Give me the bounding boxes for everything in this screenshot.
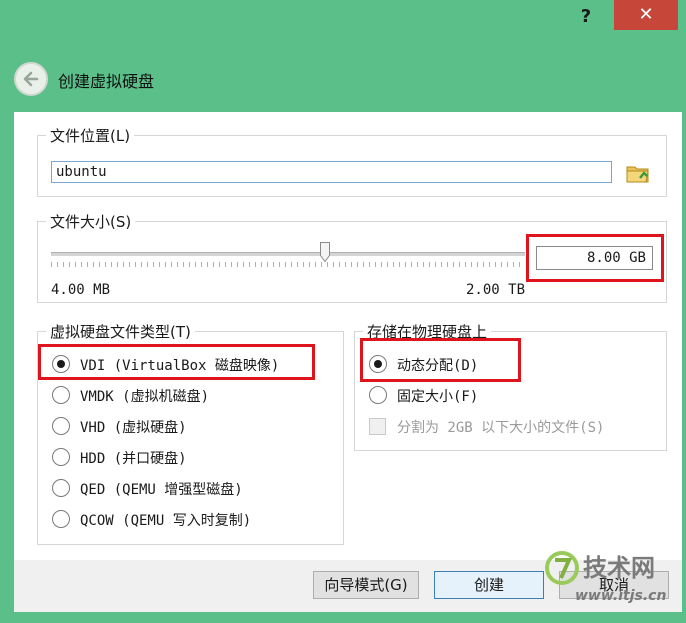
back-arrow-icon [23, 71, 39, 87]
watermark: 技术网 www.itjs.cn [541, 544, 681, 614]
radio-qcow[interactable] [52, 510, 70, 528]
back-button[interactable] [14, 62, 48, 96]
watermark-brand: 技术网 [583, 554, 655, 582]
wizard-title: 创建虚拟硬盘 [58, 72, 155, 91]
file-location-input[interactable]: ubuntu [51, 161, 612, 183]
radio-vmdk[interactable] [52, 386, 70, 404]
create-button[interactable]: 创建 [434, 571, 544, 599]
split-label: 分割为 2GB 以下大小的文件(S) [397, 420, 605, 436]
split-checkbox[interactable] [369, 418, 386, 435]
guided-mode-button[interactable]: 向导模式(G) [313, 571, 419, 599]
option-fixed-label[interactable]: 固定大小(F) [397, 386, 478, 406]
radio-hdd[interactable] [52, 448, 70, 466]
radio-fixed[interactable] [369, 386, 387, 404]
option-vhd-label[interactable]: VHD (虚拟硬盘) [80, 417, 187, 437]
size-min-label: 4.00 MB [51, 282, 111, 298]
size-slider-handle[interactable] [320, 242, 330, 263]
option-vmdk-label[interactable]: VMDK (虚拟机磁盘) [80, 386, 209, 406]
watermark-url: www.itjs.cn [575, 588, 667, 604]
option-hdd-label[interactable]: HDD (并口硬盘) [80, 448, 187, 468]
size-slider-track[interactable] [51, 252, 525, 256]
file-size-input[interactable]: 8.00 GB [536, 246, 653, 270]
radio-vhd[interactable] [52, 417, 70, 435]
radio-vdi[interactable] [52, 355, 70, 373]
radio-qed[interactable] [52, 479, 70, 497]
radio-dynamic[interactable] [369, 355, 387, 373]
size-max-label: 2.00 TB [466, 282, 526, 298]
file-location-label: 文件位置(L) [46, 125, 135, 146]
option-qcow-label[interactable]: QCOW (QEMU 写入时复制) [80, 510, 251, 530]
option-vdi-label[interactable]: VDI (VirtualBox 磁盘映像) [80, 355, 279, 375]
option-qed-label[interactable]: QED (QEMU 增强型磁盘) [80, 479, 243, 499]
file-size-label: 文件大小(S) [46, 211, 136, 232]
watermark-logo-icon [545, 551, 579, 585]
size-slider-ticks [51, 262, 525, 267]
help-button[interactable]: ? [568, 4, 604, 30]
close-button[interactable]: ✕ [614, 0, 678, 30]
disk-type-label: 虚拟硬盘文件类型(T) [46, 321, 195, 342]
folder-icon[interactable] [626, 162, 650, 184]
option-dynamic-label[interactable]: 动态分配(D) [397, 355, 478, 375]
